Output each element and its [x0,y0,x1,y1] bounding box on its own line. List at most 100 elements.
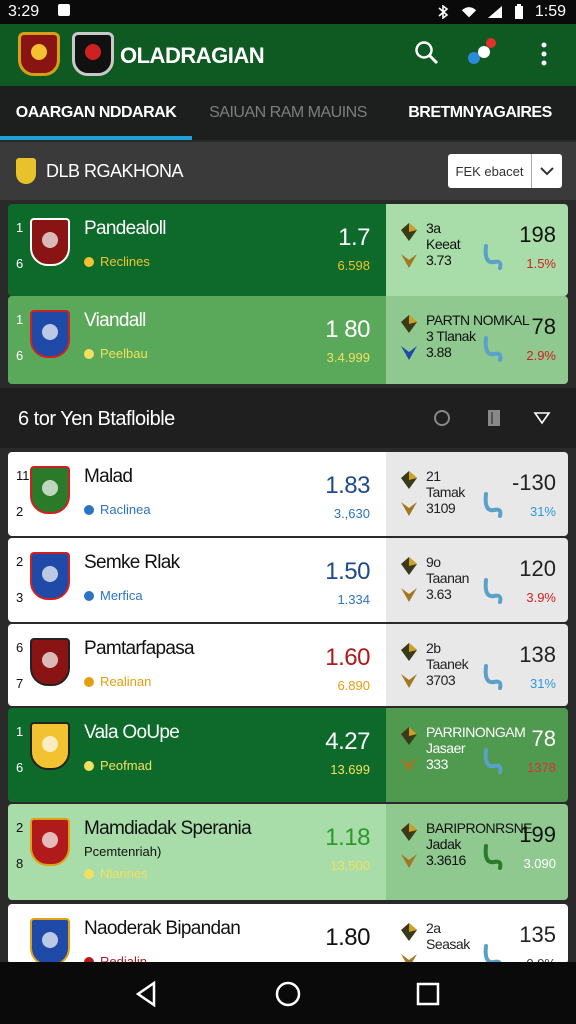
trend-icon [483,664,503,690]
stat-icon [401,223,417,241]
more-options-icon[interactable] [532,40,556,68]
rank-top: 1 [16,312,24,327]
stat-line-3: 3.63 [426,586,452,602]
cell-signal-icon [487,6,502,18]
stat-text: 21 Tamak 3109 [426,468,465,516]
match-row[interactable]: 2 8 Mamdiadak Sperania Pcemtenriah) Nlar… [8,804,568,900]
status-dot-icon [84,676,94,687]
stat-text: PARRINONGAM Jasaer 333 [426,724,526,772]
stat-icon [401,727,417,745]
match-row-main[interactable]: 1 6 Viandall Peelbau 1 80 3.4.999 [8,296,386,384]
match-row-stats[interactable]: PARTN NOMKAL 3 Tlanak 3.88 78 2.9% [386,296,568,384]
tab-secondary[interactable]: SAIUAN RAM MAUINS [192,86,384,140]
filter-dropdown[interactable]: FEK ebacet [448,154,562,188]
bluetooth-icon [438,5,449,19]
team-name: Pamtarfapasa [84,638,195,659]
tab-third[interactable]: BRETMNYAGAIRES [384,86,576,140]
stat-line-2: Jadak [426,836,461,852]
stat-text: BARIPRONRSNE Jadak 3.3616 [426,820,533,868]
match-row-main[interactable]: 11 2 Malad Raclinea 1.83 3.,630 [8,452,386,536]
app-bar: OLADRAGIAN [0,24,576,86]
match-row[interactable]: 6 7 Pamtarfapasa Realinan 1.60 6.890 2b … [8,624,568,706]
odds-value[interactable]: 1 80 [325,316,370,344]
match-row-stats[interactable]: 2b Taanek 3703 138 31% [386,624,568,706]
stat-line-2: Seasak [426,936,470,952]
club-crest-logo-secondary[interactable] [72,32,114,76]
stat-icon [401,823,417,841]
stat-text: PARTN NOMKAL 3 Tlanak 3.88 [426,312,530,360]
match-row-stats[interactable]: 9o Taanan 3.63 120 3.9% [386,538,568,622]
rank-top: 1 [16,220,24,235]
odds-value[interactable]: 1.50 [325,558,370,586]
search-icon[interactable] [414,40,440,66]
stat-percent: 3.090 [523,856,556,871]
rank-bottom: 6 [16,348,24,363]
match-row-main[interactable]: Naoderak Bipandan Redialin 1.80 [8,904,386,964]
battery-icon [514,4,523,19]
match-row-main[interactable]: 2 3 Semke Rlak Merfica 1.50 1.334 [8,538,386,622]
match-row-stats[interactable]: BARIPRONRSNE Jadak 3.3616 199 3.090 [386,804,568,900]
stat-line-1: PARTN NOMKAL [426,312,530,328]
odds-value[interactable]: 1.60 [325,644,370,672]
info-icon[interactable] [432,408,452,428]
match-row-main[interactable]: 6 7 Pamtarfapasa Realinan 1.60 6.890 [8,624,386,706]
filter-icon[interactable] [532,408,552,428]
match-row[interactable]: Naoderak Bipandan Redialin 1.80 2a Seasa… [8,904,568,964]
tab-main[interactable]: OAARGAN NDDARAK [0,86,192,140]
back-icon[interactable] [132,980,160,1008]
stat-line-1: 2a [426,920,441,936]
match-row-stats[interactable]: 21 Tamak 3109 -130 31% [386,452,568,536]
team-status-label: Peofmad [100,758,153,773]
rank-top: 2 [16,554,24,569]
odds-secondary: 6.890 [337,678,370,693]
match-row-main[interactable]: 1 6 Pandealoll Reclines 1.7 6.598 [8,204,386,296]
odds-secondary: 3.,630 [333,506,370,521]
stat-line-3: 3.73 [426,252,452,268]
calendar-icon[interactable] [484,408,504,428]
rank-top: 6 [16,640,24,655]
stat-line-2: 3 Tlanak [426,328,476,344]
match-row[interactable]: 1 6 Pandealoll Reclines 1.7 6.598 3a Kee… [8,204,568,296]
team-status: Realinan [84,674,151,689]
team-crest-icon [30,466,70,514]
odds-value[interactable]: 1.80 [325,924,370,952]
stat-value: 120 [519,556,556,581]
status-dot-icon [84,348,94,359]
filter-value: FEK ebacet [448,154,532,188]
team-status: Peelbau [84,346,148,361]
match-row-main[interactable]: 1 6 Vala OoUpe Peofmad 4.27 13.699 [8,708,386,802]
share-icon[interactable] [466,36,498,68]
trend-icon [483,844,503,870]
trend-icon [483,578,503,604]
stat-value: 78 [531,726,556,751]
chevron-down-icon[interactable] [532,154,562,188]
odds-value[interactable]: 1.18 [325,824,370,852]
team-status: Merfica [84,588,143,603]
match-row[interactable]: 1 6 Viandall Peelbau 1 80 3.4.999 PARTN … [8,296,568,384]
match-row-stats[interactable]: 3a Keeat 3.73 198 1.5% [386,204,568,296]
stat-text: 3a Keeat 3.73 [426,220,461,268]
match-row-stats[interactable]: PARRINONGAM Jasaer 333 78 1378 [386,708,568,802]
team-name: Mamdiadak Sperania [84,818,252,839]
trend-icon [483,244,503,270]
trend-icon [483,944,503,964]
team-status: Peofmad [84,758,152,773]
stat-value: 78 [531,314,556,339]
rank-bottom: 8 [16,856,24,871]
odds-value[interactable]: 1.7 [338,224,370,252]
match-row-stats[interactable]: 2a Seasak 135 0.9% [386,904,568,964]
odds-value[interactable]: 1.83 [325,472,370,500]
stat-value: 135 [519,922,556,947]
trend-icon [483,336,503,362]
recents-icon[interactable] [414,980,442,1008]
team-status-label: Peelbau [100,346,148,361]
match-row[interactable]: 1 6 Vala OoUpe Peofmad 4.27 13.699 PARRI… [8,708,568,802]
match-row[interactable]: 2 3 Semke Rlak Merfica 1.50 1.334 9o Taa… [8,538,568,622]
match-row-main[interactable]: 2 8 Mamdiadak Sperania Pcemtenriah) Nlar… [8,804,386,900]
home-icon[interactable] [274,980,302,1008]
match-row[interactable]: 11 2 Malad Raclinea 1.83 3.,630 21 Tamak… [8,452,568,536]
stat-icon [401,471,417,489]
odds-value[interactable]: 4.27 [325,728,370,756]
team-status-label: Reclines [100,254,150,269]
club-crest-logo[interactable] [18,32,60,76]
